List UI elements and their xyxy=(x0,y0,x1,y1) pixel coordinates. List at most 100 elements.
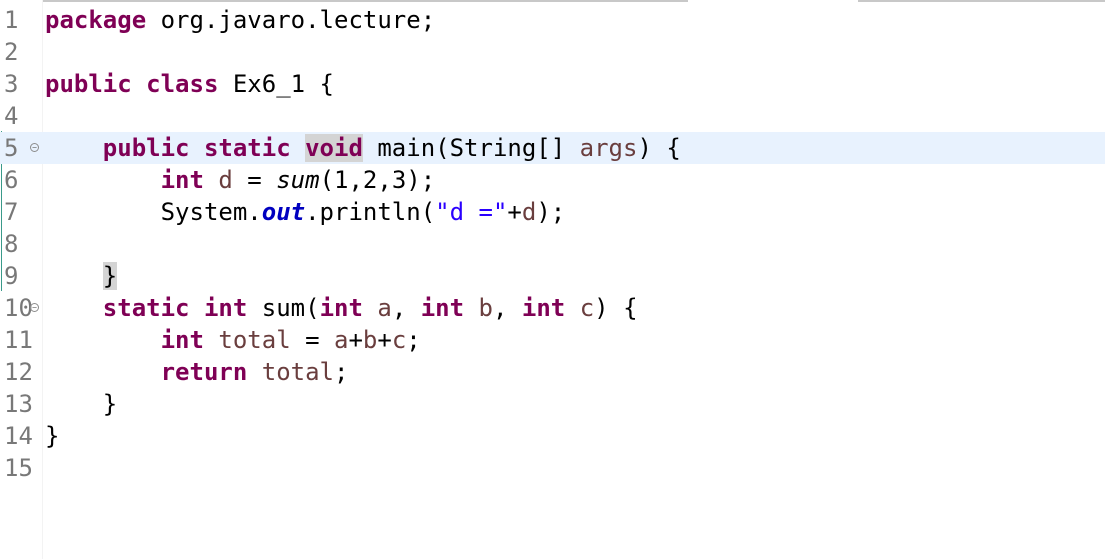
editor-top-border xyxy=(0,0,688,2)
code-token: c xyxy=(579,294,595,322)
code-token: b xyxy=(478,294,493,322)
line-number: 11 xyxy=(4,326,33,354)
code-text[interactable]: } xyxy=(45,388,117,420)
code-token: int xyxy=(420,294,465,322)
code-line[interactable]: 14} xyxy=(0,420,1105,452)
code-token: return xyxy=(160,358,248,386)
code-text[interactable]: package org.javaro.lecture; xyxy=(45,4,435,36)
code-token: main(String[] xyxy=(362,134,580,162)
code-text[interactable]: static int sum(int a, int b, int c) { xyxy=(45,292,638,324)
line-number: 14 xyxy=(4,422,33,450)
line-number: 6 xyxy=(4,166,19,194)
line-number: 15 xyxy=(4,454,33,482)
line-number: 1 xyxy=(4,6,19,34)
code-token: public xyxy=(45,70,132,98)
code-token: total xyxy=(218,326,291,354)
code-token: c xyxy=(391,326,407,354)
code-token: (1,2,3); xyxy=(319,166,436,194)
code-token: d xyxy=(218,166,233,194)
line-number: 9 xyxy=(4,262,19,290)
code-token: } xyxy=(45,422,60,450)
code-token: Ex6_1 { xyxy=(218,70,334,98)
code-token: a xyxy=(377,294,392,322)
line-number: 12 xyxy=(4,358,33,386)
code-token: , xyxy=(391,294,421,322)
code-line[interactable]: 15 xyxy=(0,452,1105,484)
code-line[interactable]: 6 int d = sum(1,2,3); xyxy=(0,164,1105,196)
code-token: total xyxy=(261,358,334,386)
code-token: int xyxy=(160,326,204,354)
code-token: d xyxy=(521,198,537,226)
code-token: static xyxy=(203,134,291,162)
code-text[interactable]: public class Ex6_1 { xyxy=(45,68,334,100)
fold-collapse-icon[interactable]: − xyxy=(30,143,39,152)
code-token: + xyxy=(377,326,392,354)
code-line[interactable]: 2 xyxy=(0,36,1105,68)
code-line[interactable]: 11 int total = a+b+c; xyxy=(0,324,1105,356)
code-token: + xyxy=(348,326,363,354)
code-text[interactable]: public static void main(String[] args) { xyxy=(45,132,681,164)
line-number: 3 xyxy=(4,70,19,98)
code-token: int xyxy=(203,294,248,322)
code-token: sum xyxy=(276,166,320,194)
code-token: org.javaro.lecture; xyxy=(146,6,436,34)
code-token: , xyxy=(493,294,522,322)
code-line[interactable]: 9 } xyxy=(0,260,1105,292)
code-token: ) { xyxy=(594,294,638,322)
code-token: int xyxy=(319,294,363,322)
code-text[interactable]: } xyxy=(45,260,118,292)
code-editor[interactable]: 1 package org.javaro.lecture; 2 3 public cla… xyxy=(0,0,1105,559)
code-token: args xyxy=(579,134,638,162)
code-line[interactable]: 1 package org.javaro.lecture; xyxy=(0,4,1105,36)
line-number: 8 xyxy=(4,230,19,258)
code-text[interactable]: } xyxy=(45,420,59,452)
code-line[interactable]: 10− static int sum(int a, int b, int c) … xyxy=(0,292,1105,324)
code-token: package xyxy=(45,6,147,34)
code-text[interactable]: System.out.println("d ="+d); xyxy=(45,196,566,228)
code-line[interactable]: 7 System.out.println("d ="+d); xyxy=(0,196,1105,228)
code-token: int xyxy=(521,294,566,322)
code-line[interactable]: 8 xyxy=(0,228,1105,260)
code-line[interactable]: 3 public class Ex6_1 { xyxy=(0,68,1105,100)
code-token: public xyxy=(102,134,190,162)
code-line[interactable]: 5− public static void main(String[] args… xyxy=(0,132,1105,164)
code-token: class xyxy=(146,70,219,98)
code-token: } xyxy=(45,390,118,418)
line-number: 7 xyxy=(4,198,19,226)
code-token: = xyxy=(232,166,277,194)
code-text[interactable]: int d = sum(1,2,3); xyxy=(45,164,436,196)
code-token: "d =" xyxy=(435,198,508,226)
code-token: } xyxy=(102,262,118,290)
code-text[interactable]: return total; xyxy=(45,356,349,388)
line-number: 13 xyxy=(4,390,33,418)
code-text[interactable]: int total = a+b+c; xyxy=(45,324,421,356)
code-line[interactable]: 13 } xyxy=(0,388,1105,420)
code-token: System. xyxy=(45,198,262,226)
code-line[interactable]: 12 return total; xyxy=(0,356,1105,388)
code-token: ) { xyxy=(637,134,681,162)
line-number: 2 xyxy=(4,38,19,66)
code-token: out xyxy=(261,198,306,226)
line-number: 4 xyxy=(4,102,19,130)
code-token: + xyxy=(507,198,522,226)
fold-collapse-icon[interactable]: − xyxy=(30,303,39,312)
code-token: int xyxy=(160,166,204,194)
editor-top-border xyxy=(858,0,1105,2)
code-token: sum( xyxy=(247,294,320,322)
code-token: ; xyxy=(406,326,421,354)
code-line[interactable]: 4 xyxy=(0,100,1105,132)
